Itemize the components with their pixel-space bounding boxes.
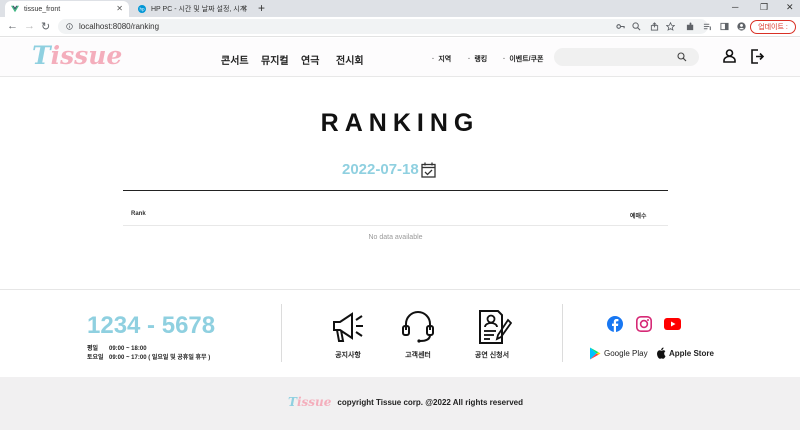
notice-link[interactable]: 공지사항 [318,310,378,360]
page-title: RANKING [320,109,480,137]
maximize-icon[interactable]: ❐ [760,2,768,13]
logout-icon[interactable] [750,49,765,64]
nav-event-coupon[interactable]: 이벤트/쿠폰 [503,54,543,64]
nav-musical[interactable]: 뮤지컬 [261,52,289,67]
selected-date[interactable]: 2022-07-18 [342,161,419,178]
headset-icon [402,311,434,343]
copyright-bar: Tissue copyright Tissue corp. @2022 All … [0,377,800,430]
copyright-text: copyright Tissue corp. @2022 All rights … [337,397,524,407]
application-label: 공연 신청서 [474,352,510,359]
extensions-icon[interactable] [686,22,695,31]
date-selector[interactable]: 2022-07-18 [342,161,436,178]
new-tab-button[interactable]: + [258,1,265,15]
key-icon[interactable] [616,22,625,31]
side-panel-icon[interactable] [720,22,729,31]
profile-avatar-icon[interactable] [737,22,746,31]
search-input[interactable] [554,48,699,66]
youtube-icon[interactable] [664,318,681,330]
close-tab-icon[interactable]: ✕ [116,4,123,13]
tab-title: tissue_front [24,5,61,13]
column-header-bookings: 예매수 [630,214,647,220]
instagram-icon[interactable] [636,316,652,332]
phone-number: 1234 - 5678 [87,312,216,339]
table-top-divider [123,190,668,191]
zoom-icon[interactable] [632,22,641,31]
table-header-divider [123,225,668,226]
browser-tab-strip: tissue_front ✕ hp HP PC - 시간 및 날짜 설정, 시계… [0,0,800,17]
apple-store-link[interactable]: Apple Store [656,347,714,359]
nav-concert[interactable]: 콘서트 [221,52,249,67]
hours-day: 평일 [87,346,99,352]
back-icon[interactable]: ← [7,20,18,32]
hp-icon: hp [138,5,146,13]
reload-icon[interactable]: ↻ [41,20,50,33]
reading-list-icon[interactable] [703,22,712,31]
nav-exhibition[interactable]: 전시회 [336,52,364,67]
forward-icon[interactable]: → [24,20,35,32]
close-tab-icon[interactable]: ✕ [241,4,248,13]
tissue-logo[interactable]: Tissue [32,41,122,70]
nav-play[interactable]: 연극 [301,52,319,67]
customer-center-link[interactable]: 고객센터 [388,310,448,360]
minimize-icon[interactable]: ─ [732,2,738,12]
google-play-link[interactable]: Google Play [589,347,648,360]
google-play-icon [590,347,601,360]
user-icon[interactable] [723,49,736,63]
tab-tissue-front[interactable]: tissue_front ✕ [5,1,129,17]
column-header-rank: Rank [131,211,146,217]
google-play-label: Google Play [604,349,648,358]
calendar-check-icon[interactable] [421,162,436,178]
search-icon[interactable] [677,52,687,62]
site-footer: 1234 - 5678 평일 09:00 ~ 18:00 토요일 09:00 ~ 1… [0,289,800,377]
browser-toolbar: ← → ↻ localhost:8080/ranking 업데이트 : [0,17,800,37]
update-button[interactable]: 업데이트 : [750,20,796,34]
url-text: localhost:8080/ranking [79,22,160,31]
copyright-row: Tissue copyright Tissue corp. @2022 All … [288,395,523,409]
svg-text:hp: hp [139,7,145,12]
close-window-icon[interactable]: ✕ [786,2,794,13]
logo-rest: issue [50,41,123,70]
application-form-icon [479,310,512,344]
bookmark-star-icon[interactable] [666,22,675,31]
hours-day: 토요일 [87,355,104,361]
address-bar[interactable]: localhost:8080/ranking [58,19,708,34]
logo-initial: T [288,395,297,409]
apple-store-label: Apple Store [669,348,714,358]
share-icon[interactable] [650,22,659,31]
logo-initial: T [32,41,51,70]
empty-table-message: No data available [368,234,423,241]
nav-region[interactable]: 지역 [432,54,451,64]
tab-title: HP PC - 시간 및 날짜 설정, 시계 [151,6,247,13]
nav-ranking[interactable]: 랭킹 [468,54,487,64]
performance-application-link[interactable]: 공연 신청서 [462,310,522,360]
megaphone-icon [333,312,363,342]
notice-label: 공지사항 [335,352,361,359]
apple-icon [657,347,666,359]
info-icon [66,23,73,30]
hours-saturday: 토요일 09:00 ~ 17:00 ( 일요일 및 공휴일 휴무 ) [87,352,210,361]
footer-divider [281,304,282,362]
logo-rest: issue [296,395,332,409]
footer-divider [562,304,563,362]
hours-time: 09:00 ~ 17:00 ( 일요일 및 공휴일 휴무 ) [109,355,211,361]
hours-weekday: 평일 09:00 ~ 18:00 [87,343,147,352]
site-header: Tissue 콘서트 뮤지컬 연극 전시회 지역 랭킹 이벤트/쿠폰 [0,38,800,77]
footer-logo[interactable]: Tissue [288,395,331,409]
tab-hp-pc[interactable]: hp HP PC - 시간 및 날짜 설정, 시계 ✕ [132,1,254,17]
customer-center-label: 고객센터 [405,352,431,359]
vue-icon [11,5,19,13]
facebook-icon[interactable] [607,316,623,332]
